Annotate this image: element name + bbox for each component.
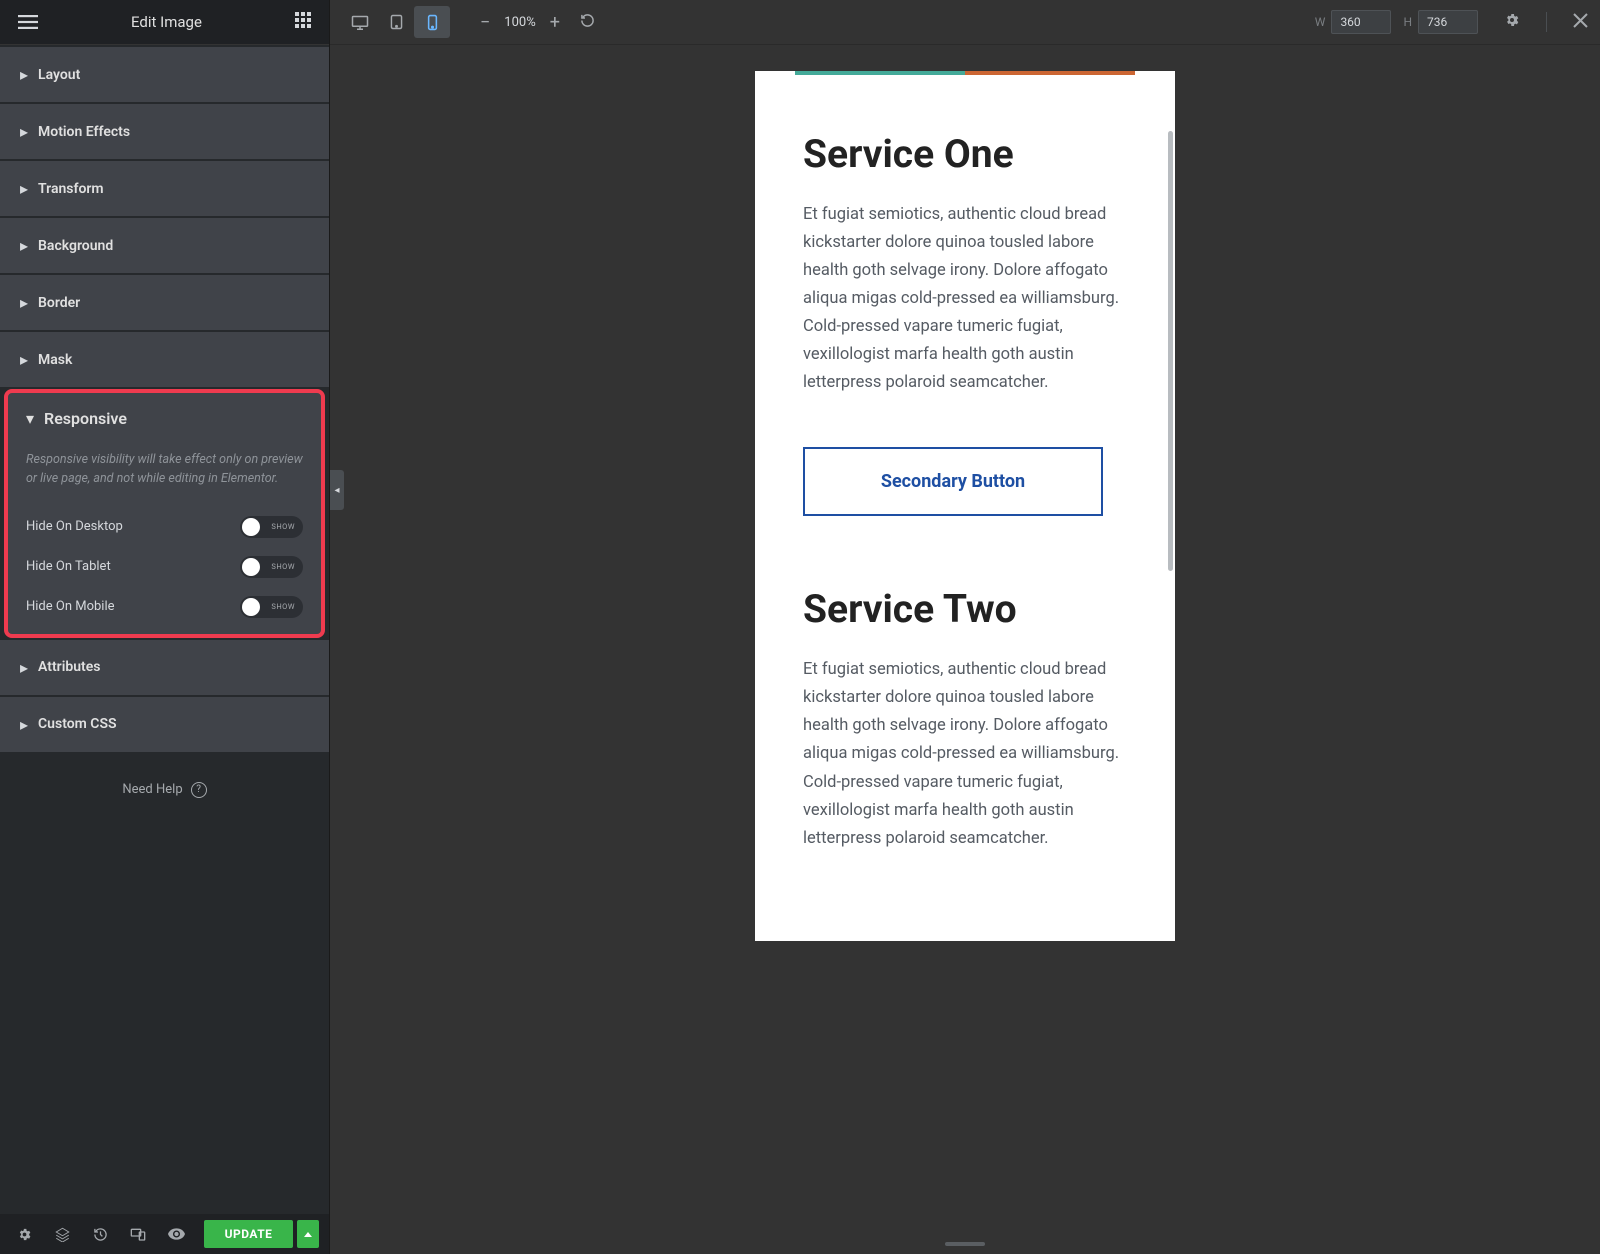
device-tablet-button[interactable]	[378, 6, 414, 38]
toggle-row-hide-tablet: Hide On Tablet SHOW	[8, 547, 321, 587]
settings-icon[interactable]	[1504, 12, 1520, 32]
chevron-right-icon: ▸	[20, 293, 28, 312]
toggle-knob	[242, 558, 260, 576]
need-help-link[interactable]: Need Help ?	[0, 754, 329, 826]
service-one-title: Service One	[803, 131, 1127, 177]
chevron-right-icon: ▸	[20, 122, 28, 141]
bottom-bar: UPDATE	[0, 1214, 329, 1254]
height-control: H	[1403, 10, 1478, 34]
toggle-hide-desktop[interactable]: SHOW	[240, 516, 303, 538]
responsive-mode-icon[interactable]	[120, 1214, 156, 1254]
toggle-row-hide-desktop: Hide On Desktop SHOW	[8, 507, 321, 547]
resize-handle[interactable]	[945, 1242, 985, 1246]
panel-attributes[interactable]: ▸ Attributes	[0, 640, 329, 695]
chevron-down-icon: ▾	[26, 409, 34, 428]
preview-image-strip	[795, 71, 1135, 75]
update-button[interactable]: UPDATE	[204, 1220, 293, 1248]
help-icon: ?	[191, 782, 207, 798]
service-two-title: Service Two	[803, 586, 1127, 632]
toggle-hide-tablet[interactable]: SHOW	[240, 556, 303, 578]
apps-grid-icon[interactable]	[295, 12, 311, 32]
secondary-button[interactable]: Secondary Button	[803, 447, 1103, 516]
sidebar-header: Edit Image	[0, 0, 329, 45]
chevron-right-icon: ▸	[20, 179, 28, 198]
panel-responsive-highlight: ▾ Responsive Responsive visibility will …	[4, 389, 325, 638]
panels-scroll[interactable]: ▸ Layout ▸ Motion Effects ▸ Transform ▸ …	[0, 45, 329, 1214]
chevron-right-icon: ▸	[20, 715, 28, 734]
service-one-text: Et fugiat semiotics, authentic cloud bre…	[803, 201, 1127, 397]
top-toolbar: − 100% + W H	[330, 0, 1600, 45]
panel-border[interactable]: ▸ Border	[0, 275, 329, 330]
main-area: ◂ − 100% +	[330, 0, 1600, 1254]
settings-icon[interactable]	[6, 1214, 42, 1254]
height-input[interactable]	[1418, 10, 1478, 34]
toggle-knob	[242, 518, 260, 536]
sidebar: Edit Image ▸ Layout ▸ Motion Effects ▸ T…	[0, 0, 330, 1254]
toggle-knob	[242, 598, 260, 616]
toggle-row-hide-mobile: Hide On Mobile SHOW	[8, 587, 321, 634]
divider	[1546, 12, 1547, 32]
chevron-right-icon: ▸	[20, 350, 28, 369]
zoom-level: 100%	[504, 15, 535, 30]
chevron-right-icon: ▸	[20, 236, 28, 255]
chevron-right-icon: ▸	[20, 65, 28, 84]
preview-scrollbar[interactable]	[1168, 131, 1173, 571]
zoom-out-button[interactable]: −	[480, 12, 490, 33]
preview-icon[interactable]	[158, 1214, 194, 1254]
width-input[interactable]	[1331, 10, 1391, 34]
update-dropdown[interactable]	[297, 1220, 319, 1248]
zoom-reset-button[interactable]	[580, 12, 595, 33]
device-desktop-button[interactable]	[342, 6, 378, 38]
mobile-preview[interactable]: Service One Et fugiat semiotics, authent…	[755, 71, 1175, 941]
close-icon[interactable]	[1573, 13, 1588, 32]
panel-mask[interactable]: ▸ Mask	[0, 332, 329, 387]
canvas[interactable]: Service One Et fugiat semiotics, authent…	[330, 45, 1600, 1254]
dimensions: W H	[1315, 10, 1588, 34]
navigator-icon[interactable]	[44, 1214, 80, 1254]
zoom-controls: − 100% +	[480, 12, 595, 33]
history-icon[interactable]	[82, 1214, 118, 1254]
panel-transform[interactable]: ▸ Transform	[0, 161, 329, 216]
panel-motion-effects[interactable]: ▸ Motion Effects	[0, 104, 329, 159]
chevron-right-icon: ▸	[20, 658, 28, 677]
width-control: W	[1315, 10, 1392, 34]
device-mobile-button[interactable]	[414, 6, 450, 38]
service-two-text: Et fugiat semiotics, authentic cloud bre…	[803, 656, 1127, 852]
hamburger-icon[interactable]	[18, 15, 38, 29]
panel-layout[interactable]: ▸ Layout	[0, 47, 329, 102]
zoom-in-button[interactable]: +	[550, 12, 560, 33]
panel-responsive[interactable]: ▾ Responsive	[8, 393, 321, 438]
panel-background[interactable]: ▸ Background	[0, 218, 329, 273]
page-title: Edit Image	[131, 13, 202, 31]
device-switcher	[342, 6, 450, 38]
responsive-description: Responsive visibility will take effect o…	[8, 438, 321, 507]
toggle-hide-mobile[interactable]: SHOW	[240, 596, 303, 618]
panel-custom-css[interactable]: ▸ Custom CSS	[0, 697, 329, 752]
